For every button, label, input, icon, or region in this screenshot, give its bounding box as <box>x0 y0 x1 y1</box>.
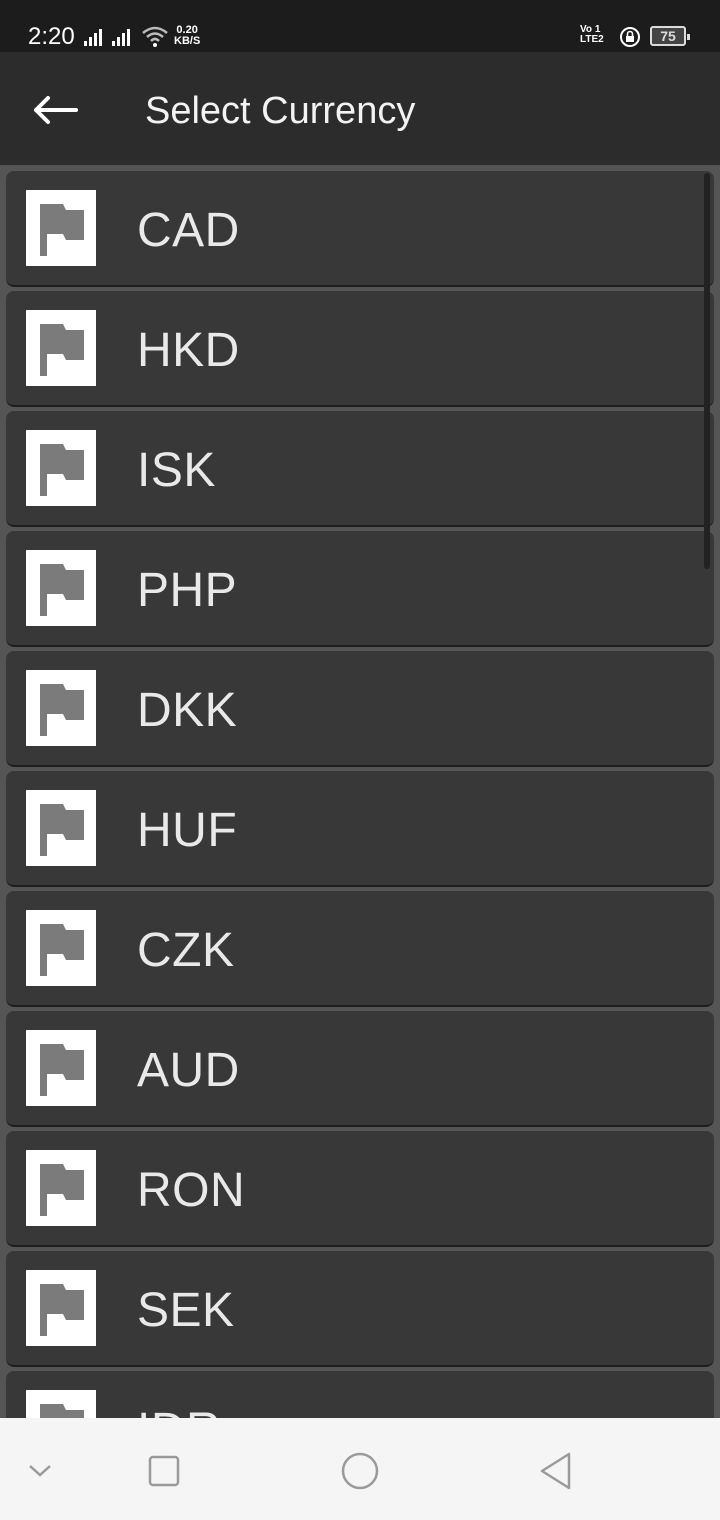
signal-strength-icon <box>112 29 130 46</box>
flag-icon <box>26 910 96 986</box>
currency-code: HUF <box>137 804 238 857</box>
rotation-lock-icon <box>620 27 640 47</box>
flag-icon <box>26 1150 96 1226</box>
nav-home-button[interactable] <box>335 1448 385 1494</box>
lte-label: LTE2 <box>580 34 604 45</box>
currency-item-czk[interactable]: CZK <box>6 891 714 1007</box>
currency-code: SEK <box>137 1284 235 1337</box>
flag-icon <box>26 550 96 626</box>
currency-code: CZK <box>137 924 235 977</box>
flag-icon <box>26 790 96 866</box>
nav-collapse-button[interactable] <box>15 1448 65 1494</box>
flag-icon <box>26 430 96 506</box>
wifi-icon <box>142 26 168 47</box>
status-time: 2:20 <box>28 23 75 50</box>
flag-icon <box>26 670 96 746</box>
currency-code: PHP <box>137 564 238 617</box>
arrow-left-icon <box>34 96 78 124</box>
square-icon <box>148 1455 180 1487</box>
currency-item-isk[interactable]: ISK <box>6 411 714 527</box>
flag-icon <box>26 1390 96 1418</box>
battery-level: 75 <box>660 28 676 44</box>
currency-item-aud[interactable]: AUD <box>6 1011 714 1127</box>
currency-item-hkd[interactable]: HKD <box>6 291 714 407</box>
currency-item-huf[interactable]: HUF <box>6 771 714 887</box>
page-title: Select Currency <box>145 90 416 132</box>
currency-code: ISK <box>137 444 216 497</box>
currency-item-php[interactable]: PHP <box>6 531 714 647</box>
flag-icon <box>26 190 96 266</box>
currency-code: IDR <box>137 1403 221 1418</box>
chevron-down-icon <box>29 1465 51 1477</box>
system-nav-bar <box>0 1418 720 1520</box>
nav-recents-button[interactable] <box>139 1448 189 1494</box>
app-bar: Select Currency <box>0 52 720 165</box>
flag-icon <box>26 1030 96 1106</box>
currency-code: RON <box>137 1164 246 1217</box>
network-speed: 0.20 KB/S <box>174 25 200 47</box>
nav-back-button[interactable] <box>531 1448 581 1494</box>
currency-code: CAD <box>137 204 240 257</box>
flag-icon <box>26 1270 96 1346</box>
circle-icon <box>341 1452 379 1490</box>
flag-icon <box>26 310 96 386</box>
volte-icon: Vo 1 LTE2 <box>580 25 604 45</box>
signal-strength-icon <box>84 29 102 46</box>
currency-code: DKK <box>137 684 238 737</box>
currency-item-sek[interactable]: SEK <box>6 1251 714 1367</box>
network-speed-unit: KB/S <box>174 35 201 47</box>
currency-item-idr[interactable]: IDR <box>6 1371 714 1418</box>
currency-item-cad[interactable]: CAD <box>6 171 714 287</box>
battery-icon: 75 <box>650 26 690 46</box>
currency-list[interactable]: CAD HKD ISK PHP DKK HUF CZK AUD RON SEK <box>0 165 720 1418</box>
back-button[interactable] <box>24 82 88 138</box>
scrollbar[interactable] <box>704 173 710 569</box>
battery-tip <box>687 34 690 40</box>
triangle-back-icon <box>540 1452 571 1490</box>
currency-item-ron[interactable]: RON <box>6 1131 714 1247</box>
currency-code: HKD <box>137 324 240 377</box>
currency-code: AUD <box>137 1044 240 1097</box>
currency-item-dkk[interactable]: DKK <box>6 651 714 767</box>
status-bar: 2:20 0.20 KB/S Vo 1 LTE2 75 <box>0 0 720 52</box>
